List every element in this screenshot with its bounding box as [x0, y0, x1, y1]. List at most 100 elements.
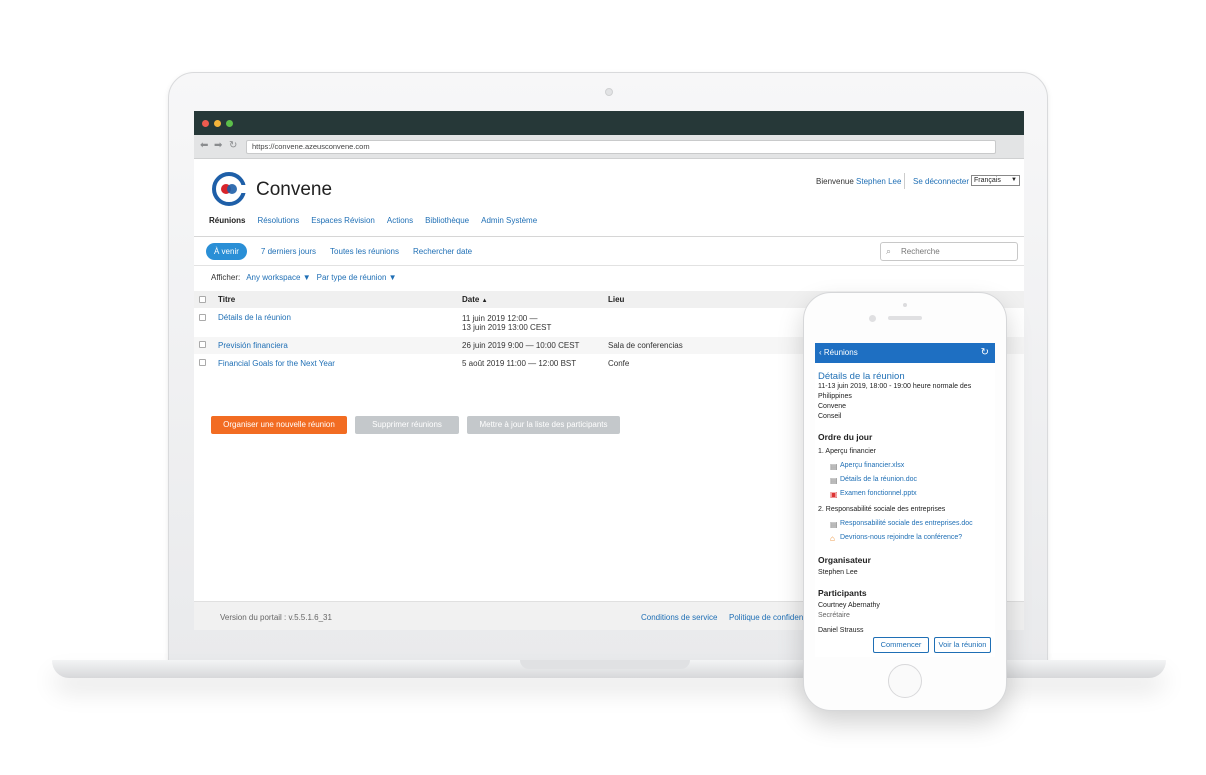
mobile-meeting-datetime: 11-13 juin 2019, 18:00 - 19:00 heure nor…	[818, 383, 972, 400]
nav-item-espaces-revision[interactable]: Espaces Révision	[311, 216, 375, 230]
url-bar[interactable]: https://convene.azeusconvene.com	[246, 140, 996, 154]
language-value: Français	[974, 177, 1001, 184]
logout-link[interactable]: Se déconnecter	[913, 177, 969, 186]
column-place[interactable]: Lieu	[608, 295, 624, 304]
phone-screen: ‹ Réunions ↻ Détails de la réunion 11-13…	[815, 343, 995, 657]
row-checkbox[interactable]	[199, 359, 206, 366]
minimize-window-icon[interactable]	[214, 120, 221, 127]
tab-upcoming[interactable]: À venir	[206, 242, 247, 260]
caret-down-icon: ▼	[302, 273, 311, 282]
document-name: Aperçu financier.xlsx	[840, 462, 905, 469]
presentation-icon: ▣	[830, 490, 838, 499]
nav-item-resolutions[interactable]: Résolutions	[257, 216, 299, 230]
participants-heading: Participants	[818, 588, 867, 598]
agenda-document[interactable]: ▤ Aperçu financier.xlsx	[818, 459, 992, 473]
meeting-type-filter-value: Par type de réunion	[316, 273, 387, 282]
mobile-meeting-title: Détails de la réunion	[818, 371, 905, 382]
agenda-poll[interactable]: ⌂ Devrions-nous rejoindre la conférence?	[818, 531, 992, 545]
document-icon: ▤	[830, 476, 838, 485]
user-link[interactable]: Stephen Lee	[856, 177, 901, 186]
participant-name: Daniel Strauss	[818, 627, 864, 634]
maximize-window-icon[interactable]	[226, 120, 233, 127]
phone-camera	[869, 315, 876, 322]
document-icon: ▤	[830, 520, 838, 529]
refresh-icon[interactable]: ↻	[981, 347, 989, 358]
portal-version: Version du portail : v.5.5.1.6_31	[220, 613, 332, 622]
agenda-document[interactable]: ▣ Examen fonctionnel.pptx	[818, 487, 992, 501]
sort-asc-icon: ▲	[481, 298, 488, 304]
privacy-link[interactable]: Politique de confident	[729, 613, 806, 622]
nav-item-reunions[interactable]: Réunions	[209, 216, 245, 230]
filters-bar: Afficher: Any workspace ▼ Par type de ré…	[211, 273, 397, 282]
meeting-date: 26 juin 2019 9:00 — 10:00 CEST	[462, 341, 580, 350]
workspace-filter-value: Any workspace	[246, 273, 301, 282]
view-meeting-button[interactable]: Voir la réunion	[934, 637, 991, 653]
browser-toolbar: ⬅ ➡ ↻ https://convene.azeusconvene.com	[194, 135, 1024, 159]
agenda-document[interactable]: ▤ Détails de la réunion.doc	[818, 473, 992, 487]
update-participants-button[interactable]: Mettre à jour la liste des participants	[467, 416, 620, 434]
browser-titlebar	[194, 111, 1024, 135]
mobile-back-button[interactable]: ‹ Réunions	[819, 348, 858, 357]
delete-meetings-button[interactable]: Supprimer réunions	[355, 416, 459, 434]
participant-role: Secrétaire	[818, 612, 850, 619]
convene-logo-icon	[212, 172, 247, 206]
meeting-title-link[interactable]: Financial Goals for the Next Year	[218, 359, 335, 368]
back-arrow-icon[interactable]: ⬅	[200, 140, 208, 151]
document-name: Examen fonctionnel.pptx	[840, 490, 917, 497]
column-date[interactable]: Date ▲	[462, 295, 488, 304]
phone-sensor	[903, 303, 907, 307]
tab-search-date[interactable]: Rechercher date	[413, 247, 472, 256]
phone-home-button[interactable]	[888, 664, 922, 698]
start-meeting-button[interactable]: Commencer	[873, 637, 929, 653]
nav-item-bibliotheque[interactable]: Bibliothèque	[425, 216, 469, 230]
language-select[interactable]: Français ▼	[971, 175, 1020, 186]
welcome-text: Bienvenue Stephen Lee	[816, 177, 901, 186]
caret-down-icon: ▼	[388, 273, 397, 282]
document-icon: ▤	[830, 462, 838, 471]
search-input[interactable]: ⌕ Recherche	[880, 242, 1018, 261]
meeting-date: 11 juin 2019 12:00 —	[462, 314, 538, 323]
nav-item-admin-systeme[interactable]: Admin Système	[481, 216, 537, 230]
tab-all-meetings[interactable]: Toutes les réunions	[330, 247, 399, 256]
chevron-left-icon: ‹	[819, 348, 822, 357]
reload-icon[interactable]: ↻	[229, 140, 237, 151]
agenda-document[interactable]: ▤ Responsabilité sociale des entreprises.…	[818, 517, 992, 531]
chevron-down-icon: ▼	[1011, 177, 1017, 183]
meeting-title-link[interactable]: Détails de la réunion	[218, 313, 291, 322]
participant-name: Courtney Abernathy	[818, 602, 880, 609]
mobile-back-label: Réunions	[823, 348, 858, 357]
row-checkbox[interactable]	[199, 314, 206, 321]
agenda-item[interactable]: 1. Aperçu financier	[818, 445, 992, 459]
nav-divider	[194, 236, 1024, 237]
column-date-label: Date	[462, 295, 480, 304]
subnav: À venir 7 derniers jours Toutes les réun…	[206, 242, 472, 260]
meeting-place: Sala de conferencias	[608, 341, 683, 350]
workspace-filter[interactable]: Any workspace ▼	[246, 273, 310, 282]
subnav-divider	[194, 265, 1024, 266]
document-name: Responsabilité sociale des entreprises.d…	[840, 520, 973, 527]
select-all-checkbox[interactable]	[199, 296, 206, 303]
laptop-notch	[520, 660, 690, 669]
organizer-name: Stephen Lee	[818, 569, 858, 576]
laptop-camera	[605, 88, 613, 96]
new-meeting-button[interactable]: Organiser une nouvelle réunion	[211, 416, 347, 434]
agenda-item[interactable]: 2. Responsabilité sociale des entreprise…	[818, 503, 992, 517]
close-window-icon[interactable]	[202, 120, 209, 127]
column-title[interactable]: Titre	[218, 295, 235, 304]
nav-item-actions[interactable]: Actions	[387, 216, 413, 230]
poll-icon: ⌂	[830, 534, 835, 543]
tab-last-7-days[interactable]: 7 derniers jours	[261, 247, 316, 256]
meeting-type-filter[interactable]: Par type de réunion ▼	[317, 273, 397, 282]
meeting-date: 5 août 2019 11:00 — 12:00 BST	[462, 359, 577, 368]
row-checkbox[interactable]	[199, 341, 206, 348]
meeting-place: Confe	[608, 359, 630, 368]
filter-label: Afficher:	[211, 273, 241, 282]
terms-link[interactable]: Conditions de service	[641, 613, 717, 622]
brand-name: Convene	[256, 179, 333, 200]
poll-question: Devrions-nous rejoindre la conférence?	[840, 534, 963, 541]
search-icon: ⌕	[886, 246, 892, 256]
organizer-heading: Organisateur	[818, 555, 871, 565]
mobile-meeting-workspace: Convene	[818, 403, 847, 410]
meeting-title-link[interactable]: Previsión financiera	[218, 341, 288, 350]
forward-arrow-icon[interactable]: ➡	[214, 140, 222, 151]
